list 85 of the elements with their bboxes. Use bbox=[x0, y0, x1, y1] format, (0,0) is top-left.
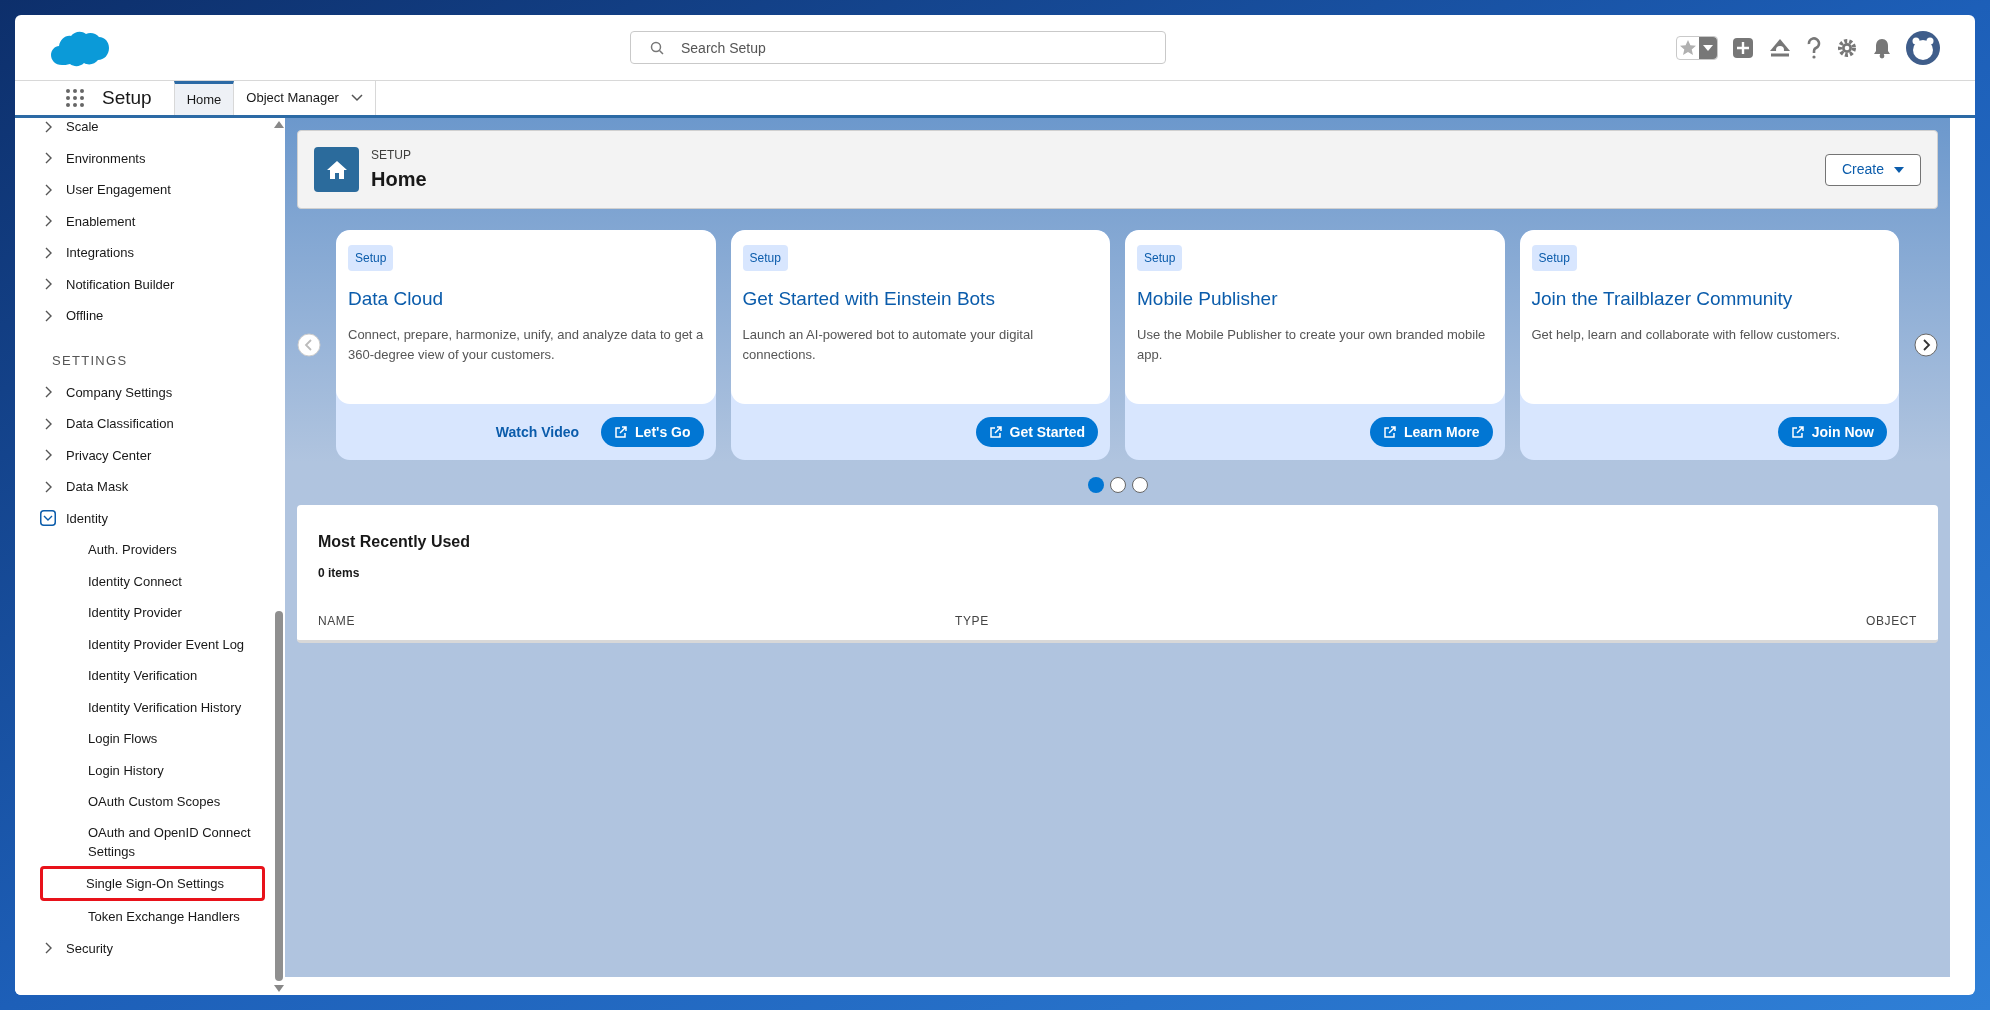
sidebar-item[interactable]: Company Settings bbox=[40, 376, 273, 408]
sidebar-item[interactable]: Data Mask bbox=[40, 471, 273, 503]
panel-title: Most Recently Used bbox=[318, 532, 472, 552]
page-title: Home bbox=[371, 166, 428, 192]
sidebar-item[interactable]: Enablement bbox=[40, 205, 273, 237]
external-link-icon bbox=[1790, 425, 1804, 439]
external-link-icon bbox=[988, 425, 1002, 439]
nav-tab[interactable]: Home bbox=[173, 81, 235, 115]
card-action-button[interactable]: Learn More bbox=[1370, 417, 1493, 447]
card-title[interactable]: Get Started with Einstein Bots bbox=[742, 285, 995, 314]
sidebar-subitem[interactable]: Identity Provider bbox=[42, 597, 273, 629]
sidebar-subitem[interactable]: Single Sign-On Settings bbox=[40, 865, 265, 901]
search-field[interactable]: Search Setup bbox=[630, 31, 1166, 64]
sidebar-item[interactable]: Offline bbox=[40, 300, 273, 332]
sidebar-subitem[interactable]: Identity Connect bbox=[42, 565, 273, 597]
search-icon bbox=[650, 41, 664, 55]
add-icon[interactable] bbox=[1732, 36, 1754, 59]
chevron-right-icon bbox=[44, 449, 52, 462]
sidebar-subitem[interactable]: OAuth Custom Scopes bbox=[42, 786, 273, 818]
chevron-down-icon bbox=[40, 510, 56, 527]
column-header[interactable]: TYPE bbox=[955, 612, 1867, 630]
app-launcher-icon[interactable] bbox=[65, 88, 85, 108]
chevron-right-icon bbox=[44, 417, 52, 430]
card-action-button[interactable]: Join Now bbox=[1777, 417, 1887, 447]
caret-icon bbox=[1703, 44, 1713, 51]
sidebar-item[interactable]: Integrations bbox=[40, 237, 273, 269]
sidebar-subitem[interactable]: OAuth and OpenID Connect Settings bbox=[42, 817, 273, 866]
help-icon[interactable] bbox=[1806, 36, 1822, 59]
sidebar-item[interactable]: Identity bbox=[40, 502, 273, 534]
column-header[interactable]: NAME bbox=[318, 612, 955, 630]
column-header[interactable]: OBJECT bbox=[1866, 612, 1917, 630]
external-link-icon bbox=[614, 425, 628, 439]
chevron-right-icon bbox=[44, 246, 52, 259]
chevron-right-icon bbox=[44, 120, 52, 133]
sidebar-item[interactable]: User Engagement bbox=[40, 174, 273, 206]
sidebar-section-heading: SETTINGS bbox=[51, 352, 129, 370]
chevron-right-icon bbox=[44, 386, 52, 399]
card-tag: Setup bbox=[1137, 245, 1183, 271]
external-link-icon bbox=[1383, 425, 1397, 439]
sidebar-item[interactable]: Privacy Center bbox=[40, 439, 273, 471]
watch-video-link[interactable]: Watch Video bbox=[495, 421, 580, 443]
app-name: Setup bbox=[102, 85, 152, 110]
chevron-down-icon[interactable] bbox=[350, 94, 363, 102]
sidebar-subitem[interactable]: Identity Verification History bbox=[42, 691, 273, 723]
chevron-right-icon bbox=[44, 942, 52, 955]
create-button[interactable]: Create bbox=[1824, 153, 1921, 186]
sidebar-item[interactable]: Environments bbox=[40, 142, 273, 174]
card-title[interactable]: Mobile Publisher bbox=[1137, 285, 1278, 314]
sidebar-subitem[interactable]: Identity Provider Event Log bbox=[42, 628, 273, 660]
card-tag: Setup bbox=[742, 245, 788, 271]
caret-icon bbox=[1894, 166, 1904, 173]
scroll-up-icon[interactable] bbox=[274, 120, 284, 128]
item-count: 0 items bbox=[318, 565, 361, 582]
sidebar-subitem[interactable]: Auth. Providers bbox=[42, 534, 273, 566]
card-description: Connect, prepare, harmonize, unify, and analyze data to get a 360-degree view of your customers. bbox=[348, 325, 704, 364]
card-description: Use the Mobile Publisher to create your own branded mobile app. bbox=[1137, 325, 1487, 364]
card-title[interactable]: Join the Trailblazer Community bbox=[1531, 285, 1793, 314]
card-description: Launch an AI-powered bot to automate your digital connections. bbox=[742, 325, 1035, 364]
sidebar-item[interactable]: Notification Builder bbox=[40, 268, 273, 300]
notifications-icon[interactable] bbox=[1872, 36, 1892, 59]
avatar-icon[interactable] bbox=[1906, 30, 1940, 65]
sidebar-item[interactable]: Data Classification bbox=[40, 408, 273, 440]
scroll-down-icon[interactable] bbox=[274, 985, 284, 993]
card-tag: Setup bbox=[1531, 245, 1577, 271]
settings-icon[interactable] bbox=[1836, 36, 1858, 59]
chevron-right-icon bbox=[44, 309, 52, 322]
card-description: Get help, learn and collaborate with fellow customers. bbox=[1531, 325, 1841, 344]
chevron-right-icon bbox=[44, 152, 52, 165]
page-eyebrow: SETUP bbox=[371, 146, 412, 164]
card-tag: Setup bbox=[348, 245, 394, 271]
sidebar-subitem[interactable]: Login History bbox=[42, 754, 273, 786]
favorites-button[interactable] bbox=[1676, 35, 1718, 60]
chevron-right-icon bbox=[44, 215, 52, 228]
sidebar-subitem[interactable]: Token Exchange Handlers bbox=[42, 901, 273, 933]
sidebar-subitem[interactable]: Login Flows bbox=[42, 723, 273, 755]
chevron-right-icon bbox=[44, 183, 52, 196]
chevron-right-icon bbox=[44, 480, 52, 493]
nav-tab[interactable]: Object Manager bbox=[234, 81, 376, 115]
card-title[interactable]: Data Cloud bbox=[348, 285, 444, 314]
card-action-button[interactable]: Get Started bbox=[975, 417, 1098, 447]
home-icon bbox=[314, 147, 359, 192]
chevron-right-icon bbox=[44, 278, 52, 291]
card-action-button[interactable]: Let's Go bbox=[601, 417, 704, 447]
sidebar-subitem[interactable]: Identity Verification bbox=[42, 660, 273, 692]
sidebar-item[interactable]: Security bbox=[40, 932, 273, 964]
